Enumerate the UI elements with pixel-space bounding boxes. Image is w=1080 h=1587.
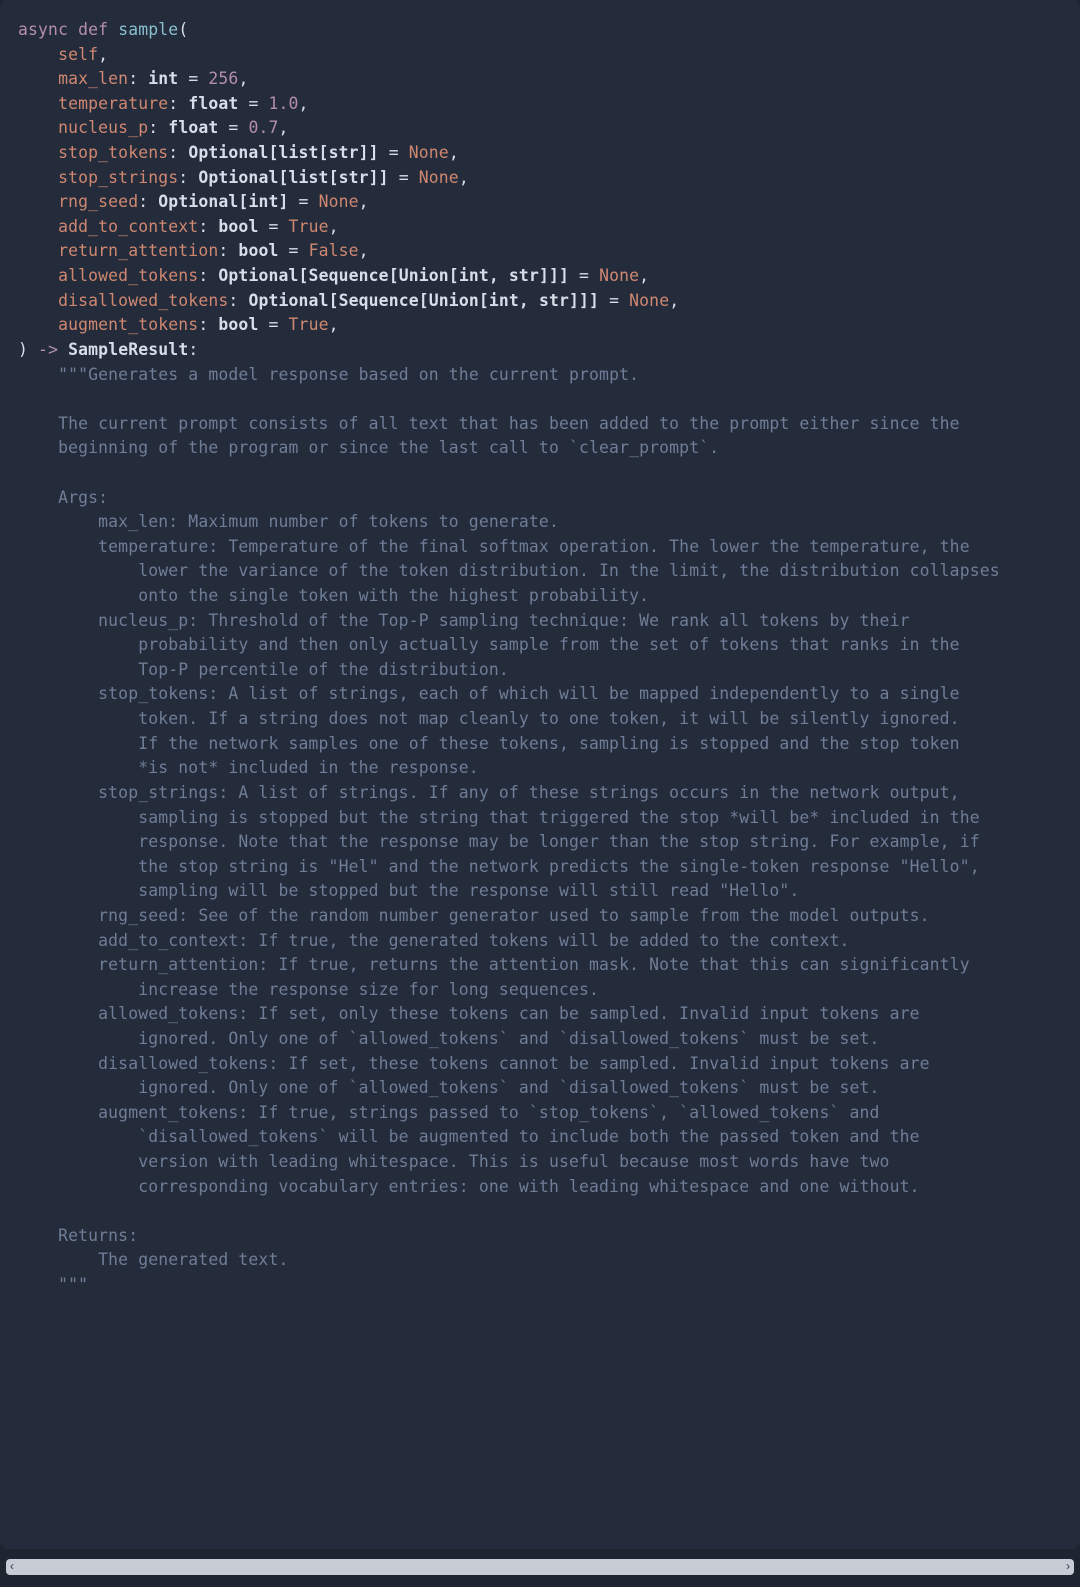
scroll-left-icon[interactable]: ‹ (4, 1559, 20, 1575)
scrollbar-track[interactable] (6, 1559, 1074, 1575)
code-block: async def sample( self, max_len: int = 2… (0, 0, 1080, 1549)
horizontal-scrollbar[interactable]: ‹ › (0, 1549, 1080, 1587)
scroll-right-icon[interactable]: › (1060, 1559, 1076, 1575)
